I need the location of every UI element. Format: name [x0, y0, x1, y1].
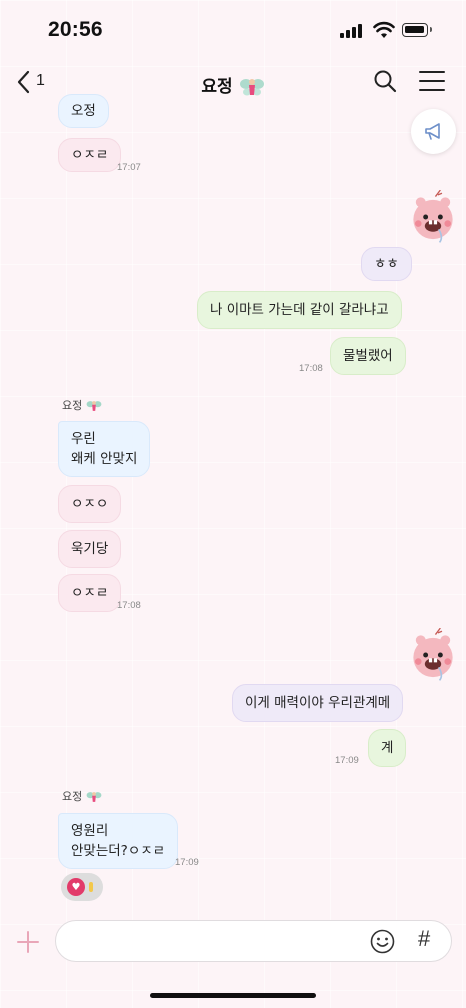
sender-name: 요정 [62, 397, 102, 413]
battery-icon [402, 23, 432, 37]
message-text: ㅇㅈㄹ [71, 585, 109, 601]
message-bubble[interactable]: 이게 매력이야 우리관계메 [232, 684, 404, 722]
hashtag-search-icon[interactable]: # [418, 926, 430, 952]
message-text: 나 이마트 가는데 같이 갈라냐고 [210, 302, 389, 318]
menu-icon[interactable] [419, 70, 445, 92]
message-text: ㅎㅎ [374, 256, 399, 272]
plus-icon[interactable] [16, 930, 40, 954]
heart-icon: ♥ [67, 878, 85, 896]
message-input[interactable] [72, 931, 356, 953]
message-text: 왜케 안맞지 [71, 451, 138, 467]
home-indicator [150, 993, 316, 998]
message-bubble[interactable]: 계 [368, 729, 407, 767]
message-bubble[interactable]: 오정 [58, 94, 109, 128]
message-bubble[interactable]: 영원리 안맞는더?ㅇㅈㄹ [58, 813, 179, 869]
message-bubble[interactable]: 욱기당 [58, 530, 122, 568]
message-bubble[interactable]: ㅇㅈㄹ [58, 574, 122, 612]
message-bubble[interactable]: 우린 왜케 안맞지 [58, 421, 151, 477]
message-bubble[interactable]: ㅇㅈㅇ [58, 485, 122, 523]
message-time: 17:07 [117, 162, 141, 173]
sender-name-text: 요정 [62, 399, 83, 412]
message-time: 17:08 [299, 363, 323, 374]
fairy-emoji-icon [239, 79, 264, 96]
message-text: 계 [381, 740, 394, 756]
my-avatar[interactable] [406, 190, 460, 244]
message-text: 물벌랬어 [343, 348, 393, 364]
my-avatar[interactable] [406, 628, 460, 682]
chat-title-text: 요정 [201, 77, 233, 97]
reaction-badge[interactable]: ♥ [61, 873, 103, 901]
message-bubble[interactable]: ㅇㅈㄹ [58, 138, 122, 172]
status-time: 20:56 [48, 18, 103, 41]
megaphone-icon [424, 122, 440, 140]
sender-name: 요정 [62, 788, 102, 804]
message-text: 오정 [71, 103, 96, 119]
search-icon[interactable] [373, 69, 397, 93]
message-time: 17:08 [117, 600, 141, 611]
reaction-marker [89, 882, 93, 892]
emoji-icon[interactable] [370, 929, 395, 954]
message-text: 안맞는더?ㅇㅈㄹ [71, 843, 166, 859]
message-bubble[interactable]: 물벌랬어 [330, 337, 406, 375]
message-time: 17:09 [335, 755, 359, 766]
message-bubble[interactable]: ㅎㅎ [361, 247, 412, 281]
cellular-signal-icon [340, 24, 366, 38]
message-text: ㅇㅈㄹ [71, 147, 109, 163]
message-bubble[interactable]: 나 이마트 가는데 같이 갈라냐고 [197, 291, 402, 329]
message-text: ㅇㅈㅇ [71, 496, 109, 512]
announcement-button[interactable] [411, 109, 456, 154]
message-text: 우린 [71, 431, 96, 447]
fairy-emoji-icon [86, 401, 102, 411]
message-text: 영원리 [71, 823, 109, 839]
sender-name-text: 요정 [62, 790, 83, 803]
wifi-icon [373, 21, 395, 38]
fairy-emoji-icon [86, 792, 102, 802]
message-text: 욱기당 [71, 541, 109, 557]
message-text: 이게 매력이야 우리관계메 [245, 695, 391, 711]
message-time: 17:09 [175, 857, 199, 868]
